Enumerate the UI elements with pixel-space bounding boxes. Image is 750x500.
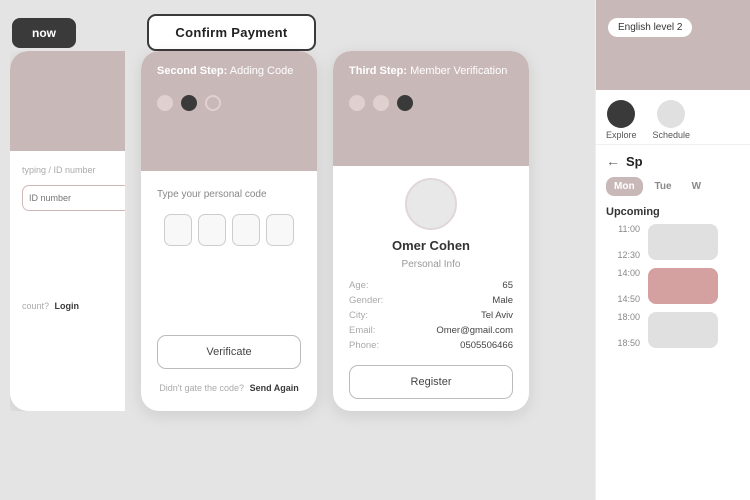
schedule-label: Schedule xyxy=(653,130,691,140)
panel2-dots xyxy=(157,95,301,111)
day-tab-w[interactable]: W xyxy=(684,177,709,196)
time-start-3: 18:00 xyxy=(617,312,640,322)
time-start-1: 11:00 xyxy=(618,224,640,234)
explore-tab[interactable]: Explore xyxy=(606,100,637,140)
explore-label: Explore xyxy=(606,130,637,140)
day-tab-tue[interactable]: Tue xyxy=(647,177,680,196)
dot-3 xyxy=(205,95,221,111)
time-end-1: 12:30 xyxy=(617,250,640,260)
confirm-payment-area: Confirm Payment xyxy=(144,14,320,51)
slot-bar-1 xyxy=(648,224,718,260)
time-range-2: 14:00 14:50 xyxy=(606,268,640,304)
sp-title: Sp xyxy=(626,154,643,169)
email-row: Email: Omer@gmail.com xyxy=(349,323,513,338)
panel1-login-link[interactable]: Login xyxy=(55,301,80,311)
phone-row: Phone: 0505506466 xyxy=(349,338,513,353)
slot-bar-2 xyxy=(648,268,718,304)
panel3-body: Omer Cohen Personal Info Age: 65 Gender:… xyxy=(333,166,529,411)
dot-1 xyxy=(157,95,173,111)
p3-dot-3 xyxy=(397,95,413,111)
avatar xyxy=(405,178,457,230)
panel3-step-label: Third Step: Member Verification xyxy=(349,65,513,77)
panel1-label: typing / ID number xyxy=(22,165,125,175)
now-button[interactable]: now xyxy=(12,18,76,48)
p3-dot-2 xyxy=(373,95,389,111)
phone-label: Phone: xyxy=(349,338,423,353)
time-slot-2: 14:00 14:50 xyxy=(606,268,740,304)
phone-value: 0505506466 xyxy=(423,338,513,353)
scheduler-body: ← Sp Mon Tue W Upcoming 11:00 12:30 14:0… xyxy=(596,145,750,500)
resend-area: Didn't gate the code? Send Again xyxy=(159,383,298,393)
time-slot-3: 18:00 18:50 xyxy=(606,312,740,348)
time-end-3: 18:50 xyxy=(617,338,640,348)
panel3-wrapper: Third Step: Member Verification Omer Coh… xyxy=(333,51,529,411)
lang-badge: English level 2 xyxy=(608,18,692,37)
panel1-top xyxy=(10,51,125,151)
user-name: Omer Cohen xyxy=(392,238,470,253)
age-label: Age: xyxy=(349,278,423,293)
slot-bar-3 xyxy=(648,312,718,348)
panel2-step-label: Second Step: Adding Code xyxy=(157,65,301,77)
panel3-top: Third Step: Member Verification xyxy=(333,51,529,166)
time-slot-1: 11:00 12:30 xyxy=(606,224,740,260)
register-button[interactable]: Register xyxy=(349,365,513,399)
panel1-card: typing / ID number count? Login xyxy=(10,51,125,411)
time-end-2: 14:50 xyxy=(617,294,640,304)
p3-dot-1 xyxy=(349,95,365,111)
panel1-id-input[interactable] xyxy=(22,185,125,211)
email-label: Email: xyxy=(349,323,423,338)
age-row: Age: 65 xyxy=(349,278,513,293)
age-value: 65 xyxy=(423,278,513,293)
dot-2 xyxy=(181,95,197,111)
code-input-1[interactable] xyxy=(164,214,192,246)
verificate-button[interactable]: Verificate xyxy=(157,335,301,369)
panel2-wrapper: Second Step: Adding Code Type your perso… xyxy=(141,51,317,411)
gender-row: Gender: Male xyxy=(349,293,513,308)
scheduler-nav: ← Sp xyxy=(606,153,740,169)
schedule-tab[interactable]: Schedule xyxy=(653,100,691,140)
panel2-card: Second Step: Adding Code Type your perso… xyxy=(141,51,317,411)
panel1-body: typing / ID number count? Login xyxy=(10,151,125,325)
send-again-link[interactable]: Send Again xyxy=(250,383,299,393)
back-button[interactable]: ← xyxy=(606,153,620,169)
time-range-1: 11:00 12:30 xyxy=(606,224,640,260)
time-start-2: 14:00 xyxy=(617,268,640,278)
panel2-body: Type your personal code Verificate Didn'… xyxy=(141,171,317,411)
panel1-wrapper: typing / ID number count? Login xyxy=(10,51,125,411)
code-inputs xyxy=(164,214,294,246)
upcoming-label: Upcoming xyxy=(606,206,740,218)
panel4-header: English level 2 xyxy=(596,0,750,90)
gender-value: Male xyxy=(423,293,513,308)
explore-icon xyxy=(607,100,635,128)
time-range-3: 18:00 18:50 xyxy=(606,312,640,348)
main-container: now Confirm Payment typing / ID number c… xyxy=(0,0,595,500)
panel3-card: Third Step: Member Verification Omer Coh… xyxy=(333,51,529,411)
code-input-4[interactable] xyxy=(266,214,294,246)
code-input-3[interactable] xyxy=(232,214,260,246)
panel4-scheduler: English level 2 Explore Schedule ← Sp Mo… xyxy=(595,0,750,500)
email-value: Omer@gmail.com xyxy=(423,323,513,338)
city-row: City: Tel Aviv xyxy=(349,308,513,323)
panel3-dots xyxy=(349,95,513,111)
day-tab-mon[interactable]: Mon xyxy=(606,177,643,196)
cards-row: typing / ID number count? Login Second S… xyxy=(0,51,595,500)
panel1-footer: count? Login xyxy=(22,301,125,311)
top-button-area: now Confirm Payment xyxy=(0,0,595,51)
schedule-icon xyxy=(657,100,685,128)
panel2-top: Second Step: Adding Code xyxy=(141,51,317,171)
gender-label: Gender: xyxy=(349,293,423,308)
city-label: City: xyxy=(349,308,423,323)
icon-row: Explore Schedule xyxy=(596,90,750,145)
code-input-2[interactable] xyxy=(198,214,226,246)
panel2-body-label: Type your personal code xyxy=(157,189,267,200)
city-value: Tel Aviv xyxy=(423,308,513,323)
section-title: Personal Info xyxy=(402,259,461,270)
confirm-payment-button[interactable]: Confirm Payment xyxy=(147,14,315,51)
personal-info-table: Age: 65 Gender: Male City: Tel Aviv Em xyxy=(349,278,513,353)
day-tabs: Mon Tue W xyxy=(606,177,740,196)
